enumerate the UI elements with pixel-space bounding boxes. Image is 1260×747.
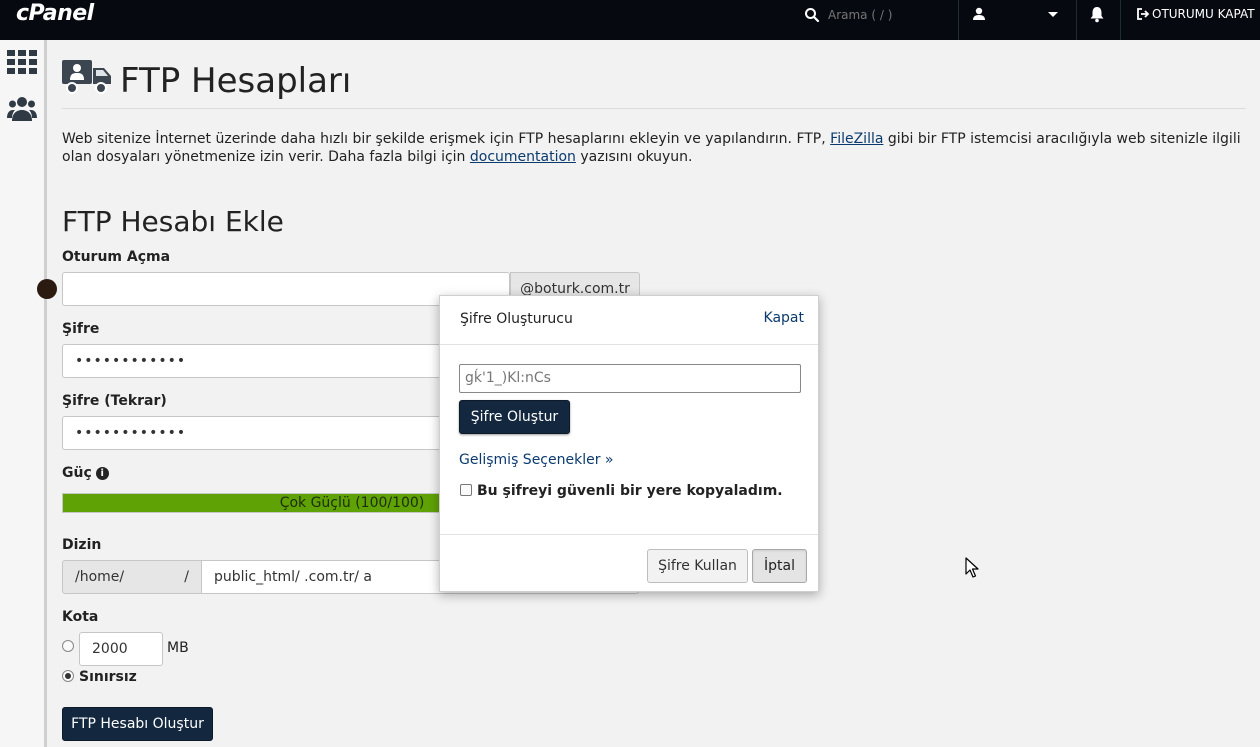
logout-icon xyxy=(1137,8,1150,20)
top-bar: cPanel OTURUMU KAPAT xyxy=(0,0,1260,40)
documentation-link[interactable]: documentation xyxy=(470,149,576,165)
logout-button[interactable]: OTURUMU KAPAT xyxy=(1134,0,1255,28)
user-icon xyxy=(973,7,985,20)
password-repeat-label: Şifre (Tekrar) xyxy=(62,393,167,409)
search-box[interactable] xyxy=(790,0,958,40)
strength-label: Güç xyxy=(62,465,92,481)
advanced-options-link[interactable]: Gelişmiş Seçenekler » xyxy=(459,452,614,468)
directory-prefix: /home/ / xyxy=(62,560,202,594)
password-label: Şifre xyxy=(62,321,100,337)
search-input[interactable] xyxy=(828,5,946,25)
cancel-button[interactable]: İptal xyxy=(752,549,807,583)
divider xyxy=(958,0,959,40)
intro-text-part: yazısını okuyun. xyxy=(575,149,693,165)
quota-input[interactable]: 2000 xyxy=(79,632,163,666)
dialog-title: Şifre Oluşturucu xyxy=(460,311,573,327)
unlimited-label: Sınırsız xyxy=(79,669,137,685)
generate-password-button[interactable]: Şifre Oluştur xyxy=(459,400,570,434)
page-title: FTP Hesapları xyxy=(120,61,352,101)
logout-label: OTURUMU KAPAT xyxy=(1152,7,1255,21)
strength-heading: Güç i xyxy=(62,465,109,481)
intro-text-part: Web sitenize İnternet üzerinde daha hızl… xyxy=(62,131,831,147)
quota-label: Kota xyxy=(62,609,99,625)
directory-prefix-text: /home/ xyxy=(75,569,125,585)
divider xyxy=(440,534,818,535)
sidebar xyxy=(0,40,47,747)
use-password-button[interactable]: Şifre Kullan xyxy=(647,549,748,583)
info-icon[interactable]: i xyxy=(95,467,109,480)
chevron-down-icon xyxy=(1048,12,1058,17)
quota-unit: MB xyxy=(167,640,189,656)
quota-limit-radio[interactable] xyxy=(62,640,74,652)
divider xyxy=(440,344,818,345)
create-ftp-account-button[interactable]: FTP Hesabı Oluştur xyxy=(62,707,213,741)
mouse-cursor-icon xyxy=(965,557,979,578)
user-menu[interactable] xyxy=(960,0,1076,30)
section-title: FTP Hesabı Ekle xyxy=(62,205,284,238)
password-generator-dialog: Şifre Oluşturucu Kapat gḱ'1_)Kl:nCs Şifr… xyxy=(439,295,819,592)
close-link[interactable]: Kapat xyxy=(764,310,804,326)
intro-text: Web sitenize İnternet üzerinde daha hızl… xyxy=(62,130,1248,166)
users-icon[interactable] xyxy=(7,94,37,124)
copied-label[interactable]: Bu şifreyi güvenli bir yere kopyaladım. xyxy=(477,483,783,499)
filezilla-link[interactable]: FileZilla xyxy=(830,131,883,147)
divider xyxy=(1120,0,1121,40)
ftp-truck-icon xyxy=(62,60,111,94)
search-icon xyxy=(805,8,820,23)
generated-password-input[interactable]: gḱ'1_)Kl:nCs xyxy=(459,364,801,393)
cpanel-logo[interactable]: cPanel xyxy=(16,0,94,30)
directory-prefix-slash: / xyxy=(184,569,189,585)
grid-icon[interactable] xyxy=(7,48,37,78)
copied-checkbox[interactable] xyxy=(460,484,472,496)
unlimited-radio[interactable] xyxy=(62,670,74,682)
login-label: Oturum Açma xyxy=(62,249,171,265)
status-dot xyxy=(37,279,57,299)
divider xyxy=(1076,0,1077,40)
directory-label: Dizin xyxy=(62,537,102,553)
divider xyxy=(62,108,1246,109)
bell-icon[interactable] xyxy=(1088,5,1106,23)
